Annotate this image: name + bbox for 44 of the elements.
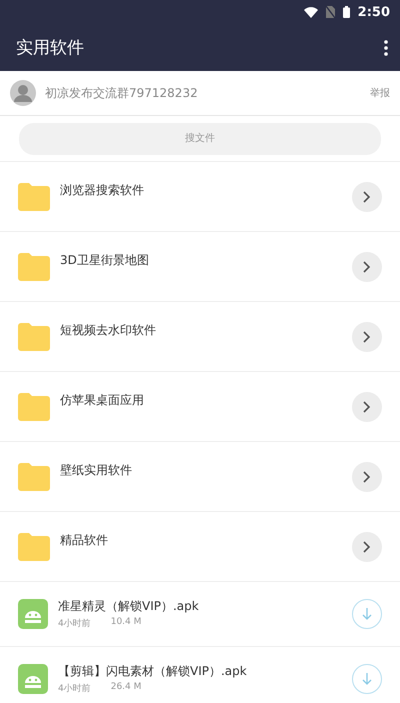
folder-name[interactable]: 短视频去水印软件 (60, 322, 342, 339)
file-time: 4小时前 (58, 618, 91, 630)
folder-name[interactable]: 壁纸实用软件 (60, 462, 342, 479)
folder-icon (18, 182, 50, 210)
chevron-button[interactable] (352, 462, 382, 492)
search-field[interactable]: 搜文件 (19, 122, 381, 154)
status-time: 2:50 (358, 4, 390, 20)
wifi-icon (304, 6, 318, 18)
avatar-icon (10, 80, 36, 106)
folder-icon (18, 462, 50, 490)
file-size: 10.4 M (110, 617, 142, 629)
chevron-button[interactable] (352, 322, 382, 352)
chevron-button[interactable] (352, 252, 382, 282)
no-sim-icon (326, 6, 335, 18)
folder-icon (18, 252, 50, 280)
file-name[interactable]: 准星精灵（解锁VIP）.apk (58, 598, 342, 615)
chevron-icon (363, 330, 371, 342)
chevron-icon (363, 540, 371, 552)
folder-name[interactable]: 精品软件 (60, 532, 342, 549)
chevron-button[interactable] (352, 392, 382, 422)
folder-name[interactable]: 仿苹果桌面应用 (60, 392, 342, 409)
chevron-icon (363, 400, 371, 412)
folder-name[interactable]: 浏览器搜索软件 (60, 182, 342, 199)
chevron-icon (363, 260, 371, 272)
chevron-icon (363, 190, 371, 202)
android-icon (18, 664, 48, 694)
download-icon (362, 673, 372, 685)
folder-icon (18, 392, 50, 420)
download-icon (362, 608, 372, 620)
file-time: 4小时前 (58, 682, 91, 695)
folder-name[interactable]: 3D卫星街景地图 (60, 252, 342, 269)
folder-icon (18, 322, 50, 350)
notice-text: 初凉发布交流群797128232 (45, 84, 199, 102)
folder-icon (18, 532, 50, 560)
toolbar-title: 实用软件 (16, 37, 84, 59)
chevron-button[interactable] (352, 532, 382, 562)
battery-icon (342, 6, 350, 18)
chevron-icon (363, 470, 371, 482)
file-size: 26.4 M (110, 682, 142, 694)
more-icon[interactable] (384, 40, 388, 56)
report-link[interactable]: 举报 (370, 86, 390, 100)
chevron-button[interactable] (352, 182, 382, 212)
file-name[interactable]: 【剪辑】闪电素材（解锁VIP）.apk (58, 663, 342, 680)
android-icon (18, 599, 48, 629)
